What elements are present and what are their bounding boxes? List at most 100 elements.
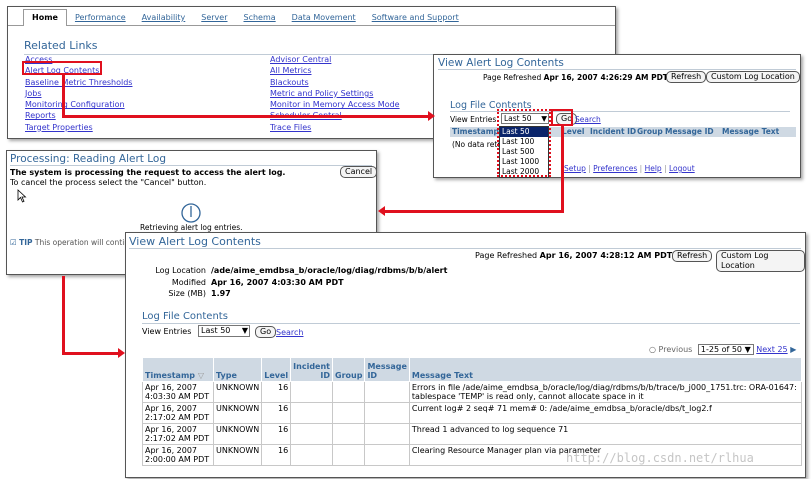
arrow-head-icon (118, 348, 125, 358)
type-cell: UNKNOWN (212, 444, 263, 466)
highlight-go-button (551, 109, 573, 126)
col-incident-id: Incident ID (290, 357, 333, 382)
level-cell: 16 (261, 402, 292, 424)
cancel-button[interactable]: Cancel (340, 166, 376, 178)
tip-icon: ☑ (10, 238, 17, 247)
table-header-row: Timestamp ▽ Type Level Incident ID Group… (142, 357, 803, 382)
page-refreshed: Page Refreshed Apr 16, 2007 4:28:12 AM P… (475, 251, 673, 260)
link-help[interactable]: Help (645, 164, 662, 173)
arrow-line (62, 352, 120, 355)
retrieving-text: Retrieving alert log entries. (140, 223, 243, 232)
col-message-text: Message Text (408, 357, 803, 382)
message-cell: Current log# 2 seq# 71 mem# 0: /ade/aime… (408, 402, 803, 424)
type-cell: UNKNOWN (212, 402, 263, 424)
col-timestamp[interactable]: Timestamp ▽ (142, 357, 214, 382)
tab-server[interactable]: Server (193, 13, 235, 22)
col-message-id: Message ID (364, 357, 410, 382)
link-setup[interactable]: Setup (564, 164, 586, 173)
tab-home[interactable]: Home (23, 9, 67, 26)
timestamp-cell: Apr 16, 2007 4:03:30 AM PDT (142, 381, 214, 403)
link-advisor-central[interactable]: Advisor Central (270, 54, 400, 65)
tab-software-support[interactable]: Software and Support (364, 13, 467, 22)
link-target-properties[interactable]: Target Properties (25, 122, 132, 133)
next-link[interactable]: Next 25 (756, 345, 787, 354)
custom-log-location-button[interactable]: Custom Log Location (706, 71, 800, 83)
arrow-line (62, 115, 432, 118)
tab-performance[interactable]: Performance (67, 13, 134, 22)
search-link[interactable]: Search (276, 328, 303, 337)
level-cell: 16 (261, 381, 292, 403)
tab-bar: Home Performance Availability Server Sch… (23, 9, 467, 26)
log-info-values: /ade/aime_emdbsa_b/oracle/log/diag/rdbms… (211, 266, 448, 298)
mouse-cursor-icon (17, 189, 27, 203)
watermark: http://blog.csdn.net/rlhua (566, 451, 754, 465)
custom-log-location-button[interactable]: Custom Log Location (716, 250, 805, 272)
alert-log-panel-large: View Alert Log Contents Page Refreshed A… (125, 232, 806, 478)
tab-availability[interactable]: Availability (134, 13, 194, 22)
log-info-labels: Log Location Modified Size (MB) (155, 266, 206, 298)
sort-icon: ▽ (197, 371, 204, 380)
next-icon[interactable]: ▶ (790, 345, 796, 354)
view-entries-select[interactable]: Last 50 ▼ (198, 325, 250, 337)
arrow-line (561, 126, 564, 212)
link-preferences[interactable]: Preferences (593, 164, 637, 173)
page-title: View Alert Log Contents (438, 57, 564, 69)
page-title: View Alert Log Contents (129, 235, 261, 248)
tip-label: TIP (19, 238, 33, 247)
chevron-down-icon: ▼ (241, 326, 248, 335)
col-type: Type (212, 357, 263, 382)
arrow-line (62, 276, 65, 355)
log-table: Timestamp ▽ Type Level Incident ID Group… (142, 357, 803, 466)
tab-schema[interactable]: Schema (236, 13, 284, 22)
col-group: Group (331, 357, 366, 382)
related-links-right: Advisor Central All Metrics Blackouts Me… (270, 54, 400, 133)
level-cell: 16 (261, 444, 292, 466)
link-trace-files[interactable]: Trace Files (270, 122, 400, 133)
link-jobs[interactable]: Jobs (25, 88, 132, 99)
alert-log-panel-small: View Alert Log Contents Page Refreshed A… (433, 54, 801, 178)
related-links-title: Related Links (24, 39, 98, 52)
level-cell: 16 (261, 423, 292, 445)
message-cell: Thread 1 advanced to log sequence 71 (408, 423, 803, 445)
arrow-line (384, 210, 564, 213)
tip: ☑ TIP This operation will contin (10, 238, 129, 247)
log-file-contents-title: Log File Contents (142, 311, 228, 322)
range-select[interactable]: 1-25 of 50 ▼ (697, 344, 754, 355)
timestamp-cell: Apr 16, 2007 2:17:02 AM PDT (142, 423, 214, 445)
table-row: Apr 16, 2007 2:17:02 AM PDT UNKNOWN 16 Th… (142, 423, 803, 445)
link-all-metrics[interactable]: All Metrics (270, 65, 400, 76)
tab-data-movement[interactable]: Data Movement (284, 13, 364, 22)
refresh-button[interactable]: Refresh (672, 250, 713, 262)
message-cell: Errors in file /ade/aime_emdbsa_b/oracle… (408, 381, 803, 403)
view-entries-label: View Entries (142, 327, 192, 336)
link-metric-policy-settings[interactable]: Metric and Policy Settings (270, 88, 400, 99)
pagination: ○ Previous 1-25 of 50 ▼ Next 25 ▶ (649, 344, 796, 355)
link-baseline-metric-thresholds[interactable]: Baseline Metric Thresholds (25, 77, 132, 88)
no-data-text: (No data retri (452, 140, 503, 149)
link-blackouts[interactable]: Blackouts (270, 77, 400, 88)
refresh-button[interactable]: Refresh (666, 71, 707, 83)
previous-icon: ○ (649, 345, 656, 354)
highlight-alert-log-link (22, 61, 102, 75)
col-level: Level (261, 357, 292, 382)
page-refreshed: Page Refreshed Apr 16, 2007 4:26:29 AM P… (483, 73, 668, 82)
tip-text: This operation will contin (34, 238, 130, 247)
link-logout[interactable]: Logout (669, 164, 695, 173)
arrow-head-icon (378, 206, 385, 216)
link-monitoring-configuration[interactable]: Monitoring Configuration (25, 99, 132, 110)
table-row: Apr 16, 2007 2:17:02 AM PDT UNKNOWN 16 Cu… (142, 402, 803, 424)
processing-message: The system is processing the request to … (10, 168, 286, 177)
timestamp-cell: Apr 16, 2007 2:00:00 AM PDT (142, 444, 214, 466)
go-button[interactable]: Go (255, 326, 277, 338)
arrow-head-icon (428, 111, 435, 121)
clock-spinner-icon (181, 203, 201, 223)
cancel-hint: To cancel the process select the "Cancel… (10, 178, 207, 187)
processing-title: Processing: Reading Alert Log (10, 153, 166, 165)
footer-links: Setup | Preferences | Help | Logout (564, 164, 695, 173)
view-entries-label: View Entries (450, 115, 497, 124)
arrow-line (62, 75, 65, 117)
link-monitor-memory-access[interactable]: Monitor in Memory Access Mode (270, 99, 400, 110)
type-cell: UNKNOWN (212, 381, 263, 403)
search-link[interactable]: Search (575, 115, 601, 124)
highlight-dropdown (497, 109, 551, 177)
